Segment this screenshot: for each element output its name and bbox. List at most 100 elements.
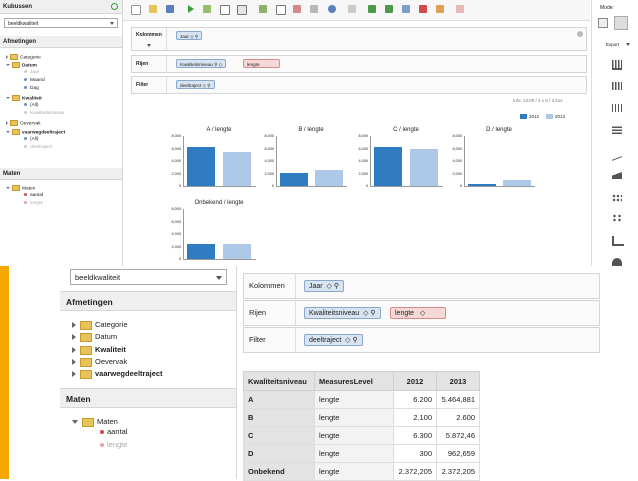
y-tick-label: 6,000 — [358, 146, 368, 151]
value-cell: 5.872,46 — [436, 426, 480, 445]
bar-2012[interactable] — [373, 146, 403, 186]
bar-2013[interactable] — [222, 151, 252, 186]
bar-2012[interactable] — [186, 244, 216, 259]
col-header-2013[interactable]: 2013 — [436, 371, 480, 391]
multi-bar-icon[interactable] — [612, 126, 622, 134]
y-tick-label: 6,000 — [171, 146, 181, 151]
y-tick-label: 2,000 — [358, 171, 368, 176]
bar-2013[interactable] — [314, 169, 343, 186]
value-cell: 300 — [393, 444, 437, 463]
y-tick-label: 8,000 — [358, 134, 368, 138]
tree-item-maten[interactable]: Maten — [72, 417, 118, 427]
bar-2012[interactable] — [186, 147, 216, 186]
bar-2012[interactable] — [467, 184, 496, 186]
heatgrid-icon[interactable] — [612, 194, 622, 202]
y-tick-label: 0 — [178, 257, 181, 261]
mode-label: Mode: — [600, 5, 614, 11]
dimensions-header: Afmetingen — [60, 291, 236, 311]
chevron-down-icon — [216, 276, 222, 280]
stacked-100-icon[interactable] — [612, 104, 622, 112]
rows-chip-kwaliteitsniveau[interactable]: Kwaliteitsniveau ◇ ⚲ — [304, 307, 381, 319]
y-tick-label: 6,000 — [264, 146, 274, 151]
export-label[interactable]: Export — [606, 42, 619, 47]
filter-shelf-zoomed[interactable]: Filter deeltraject ◇ ⚲ — [243, 327, 600, 353]
pie-chart-icon[interactable] — [612, 258, 622, 266]
value-cell: 5.464,881 — [436, 390, 480, 409]
measure-lengte[interactable]: lengte — [100, 440, 127, 449]
folder-icon — [80, 357, 92, 367]
y-tick-label: 4,000 — [171, 232, 181, 236]
y-tick-label: 0 — [271, 184, 274, 188]
value-cell: 6.300 — [393, 426, 437, 445]
tree-item-oevervak[interactable]: Oevervak — [72, 357, 127, 367]
row-header[interactable]: D — [243, 444, 315, 463]
bar-2012[interactable] — [279, 172, 308, 186]
cube-select-value: beeldkwaliteit — [75, 273, 121, 282]
row-header[interactable]: Onbekend — [243, 462, 315, 481]
y-tick-label: 4,000 — [358, 159, 368, 163]
rows-shelf-zoomed[interactable]: Rijen Kwaliteitsniveau ◇ ⚲ lengte ◇ — [243, 300, 600, 326]
bar-2013[interactable] — [502, 179, 531, 186]
rows-chip-lengte[interactable]: lengte ◇ — [390, 307, 446, 319]
value-cell: 2.600 — [436, 408, 480, 427]
bar-2013[interactable] — [222, 244, 252, 259]
table-row: B lengte 2.100 2.600 — [243, 408, 480, 427]
waterfall-icon[interactable] — [612, 236, 624, 246]
area-chart-icon[interactable] — [612, 171, 622, 179]
y-tick-label: 0 — [459, 184, 462, 188]
line-chart-icon[interactable] — [612, 148, 622, 161]
tree-item-kwaliteit[interactable]: Kwaliteit — [72, 345, 126, 355]
yellow-edge-decoration — [0, 266, 9, 479]
y-tick-label: 0 — [178, 184, 181, 188]
stacked-bar-icon[interactable] — [612, 82, 622, 90]
result-table: Kwaliteitsniveau MeasuresLevel 2012 2013… — [243, 371, 480, 481]
y-tick-label: 4,000 — [171, 159, 181, 163]
tree-item-categorie[interactable]: Categorie — [72, 320, 128, 330]
chart-title-4: Onbekend / lengte — [194, 200, 244, 206]
chart-area: A / lengte 8,000 6,000 4,000 2,000 0 B / lengt… — [0, 0, 638, 266]
table-mode-icon[interactable] — [598, 18, 608, 28]
y-tick-label: 4,000 — [452, 159, 462, 163]
columns-label: Kolommen — [244, 274, 296, 298]
folder-icon — [82, 417, 94, 427]
value-cell: 2.372,205 — [436, 462, 480, 481]
top-screenshot: Kubussen beeldkwaliteit Afmetingen Categ… — [0, 0, 638, 266]
bar-chart-icon[interactable] — [612, 60, 622, 70]
y-tick-label: 8,000 — [264, 134, 274, 138]
chevron-down-icon — [626, 43, 630, 46]
row-header[interactable]: B — [243, 408, 315, 427]
col-header-2012[interactable]: 2012 — [393, 371, 437, 391]
row-header[interactable]: A — [243, 390, 315, 409]
y-tick-label: 8,000 — [452, 134, 462, 138]
folder-icon — [80, 332, 92, 342]
columns-shelf-zoomed[interactable]: Kolommen Jaar ◇ ⚲ — [243, 273, 600, 299]
measure-cell: lengte — [314, 408, 394, 427]
measures-header: Maten — [60, 388, 236, 408]
measure-aantal[interactable]: aantal — [100, 427, 127, 436]
tree-item-vaarwegdeeltraject[interactable]: vaarwegdeeltraject — [72, 369, 163, 379]
chart-mode-icon[interactable] — [614, 16, 628, 30]
columns-chip-jaar[interactable]: Jaar ◇ ⚲ — [304, 280, 344, 292]
scatter-icon[interactable] — [612, 214, 622, 222]
table-header-row: Kwaliteitsniveau MeasuresLevel 2012 2013 — [243, 371, 480, 391]
folder-icon — [80, 345, 92, 355]
y-tick-label: 2,000 — [452, 171, 462, 176]
col-header-kwaliteitsniveau[interactable]: Kwaliteitsniveau — [243, 371, 315, 391]
left-panel-zoomed: beeldkwaliteit Afmetingen Categorie Datu… — [60, 266, 237, 479]
measure-cell: lengte — [314, 462, 394, 481]
table-row: D lengte 300 962,659 — [243, 444, 480, 463]
filter-label: Filter — [244, 328, 296, 352]
value-cell: 6.200 — [393, 390, 437, 409]
y-tick-label: 4,000 — [264, 159, 274, 163]
chart-title-2: C / lengte — [393, 127, 419, 133]
y-tick-label: 8,000 — [171, 207, 181, 211]
cube-select-zoomed[interactable]: beeldkwaliteit — [70, 269, 227, 285]
y-tick-label: 2,000 — [264, 171, 274, 176]
filter-chip-deeltraject[interactable]: deeltraject ◇ ⚲ — [304, 334, 363, 346]
tree-item-datum[interactable]: Datum — [72, 332, 117, 342]
table-row: A lengte 6.200 5.464,881 — [243, 390, 480, 409]
row-header[interactable]: C — [243, 426, 315, 445]
bar-2013[interactable] — [409, 149, 439, 186]
col-header-measureslevel[interactable]: MeasuresLevel — [314, 371, 394, 391]
value-cell: 962,659 — [436, 444, 480, 463]
